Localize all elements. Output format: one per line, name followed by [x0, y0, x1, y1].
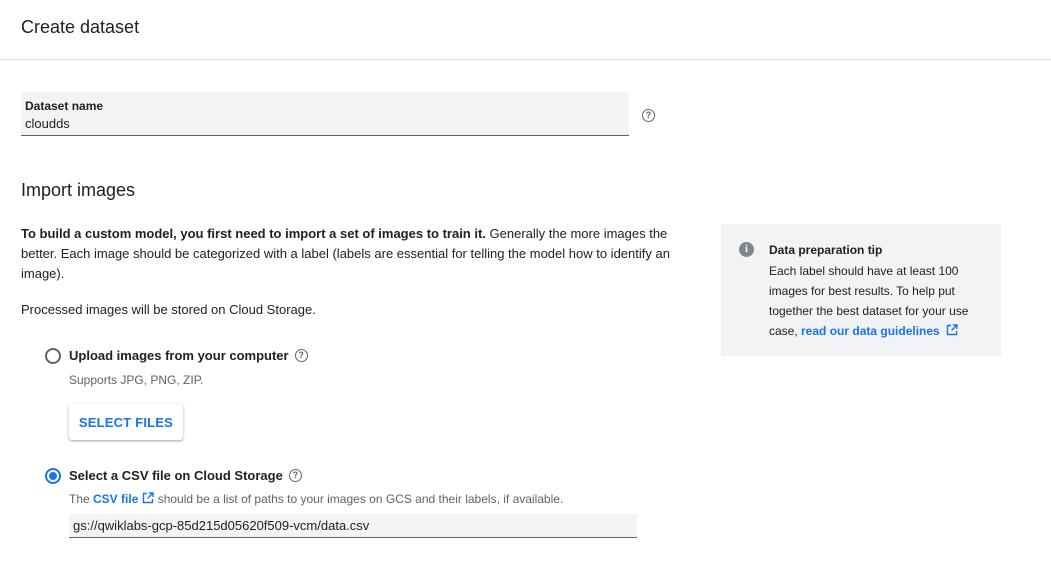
data-preparation-tip: i Data preparation tip Each label should…: [721, 224, 1001, 356]
dataset-name-label: Dataset name: [25, 99, 104, 113]
upload-option[interactable]: Upload images from your computer ?: [69, 348, 308, 363]
csv-hint-suffix: should be a list of paths to your images…: [154, 492, 564, 506]
csv-radio[interactable]: [45, 468, 61, 484]
upload-radio[interactable]: [45, 348, 61, 364]
tip-body: Each label should have at least 100 imag…: [769, 261, 989, 341]
help-icon[interactable]: ?: [294, 349, 308, 362]
import-intro-bold: To build a custom model, you first need …: [21, 226, 486, 241]
page-header: Create dataset: [0, 0, 1051, 60]
csv-file-link-label: CSV file: [93, 492, 139, 506]
data-guidelines-link[interactable]: read our data guidelines: [801, 324, 958, 338]
csv-hint-prefix: The: [69, 492, 94, 506]
help-icon[interactable]: ?: [288, 469, 302, 482]
storage-note: Processed images will be stored on Cloud…: [21, 302, 316, 317]
external-link-icon: [946, 324, 958, 336]
dataset-name-field[interactable]: Dataset name: [21, 92, 629, 136]
page-title: Create dataset: [21, 17, 140, 37]
import-images-heading: Import images: [21, 180, 136, 200]
upload-hint: Supports JPG, PNG, ZIP.: [69, 373, 204, 387]
csv-hint: The CSV file should be a list of paths t…: [69, 492, 563, 506]
dataset-name-input[interactable]: [25, 116, 615, 131]
import-intro: To build a custom model, you first need …: [21, 224, 671, 284]
gcs-path-input[interactable]: [73, 518, 629, 533]
upload-option-label: Upload images from your computer: [69, 348, 289, 363]
data-guidelines-link-label: read our data guidelines: [801, 324, 940, 338]
csv-option-label: Select a CSV file on Cloud Storage: [69, 468, 283, 483]
info-icon: i: [739, 242, 754, 257]
external-link-icon: [143, 492, 155, 504]
csv-file-link[interactable]: CSV file: [93, 492, 155, 506]
csv-option[interactable]: Select a CSV file on Cloud Storage ?: [69, 468, 302, 483]
help-icon[interactable]: ?: [642, 109, 655, 122]
tip-title: Data preparation tip: [769, 243, 883, 257]
gcs-path-field[interactable]: [69, 514, 637, 538]
select-files-button[interactable]: SELECT FILES: [69, 404, 183, 440]
